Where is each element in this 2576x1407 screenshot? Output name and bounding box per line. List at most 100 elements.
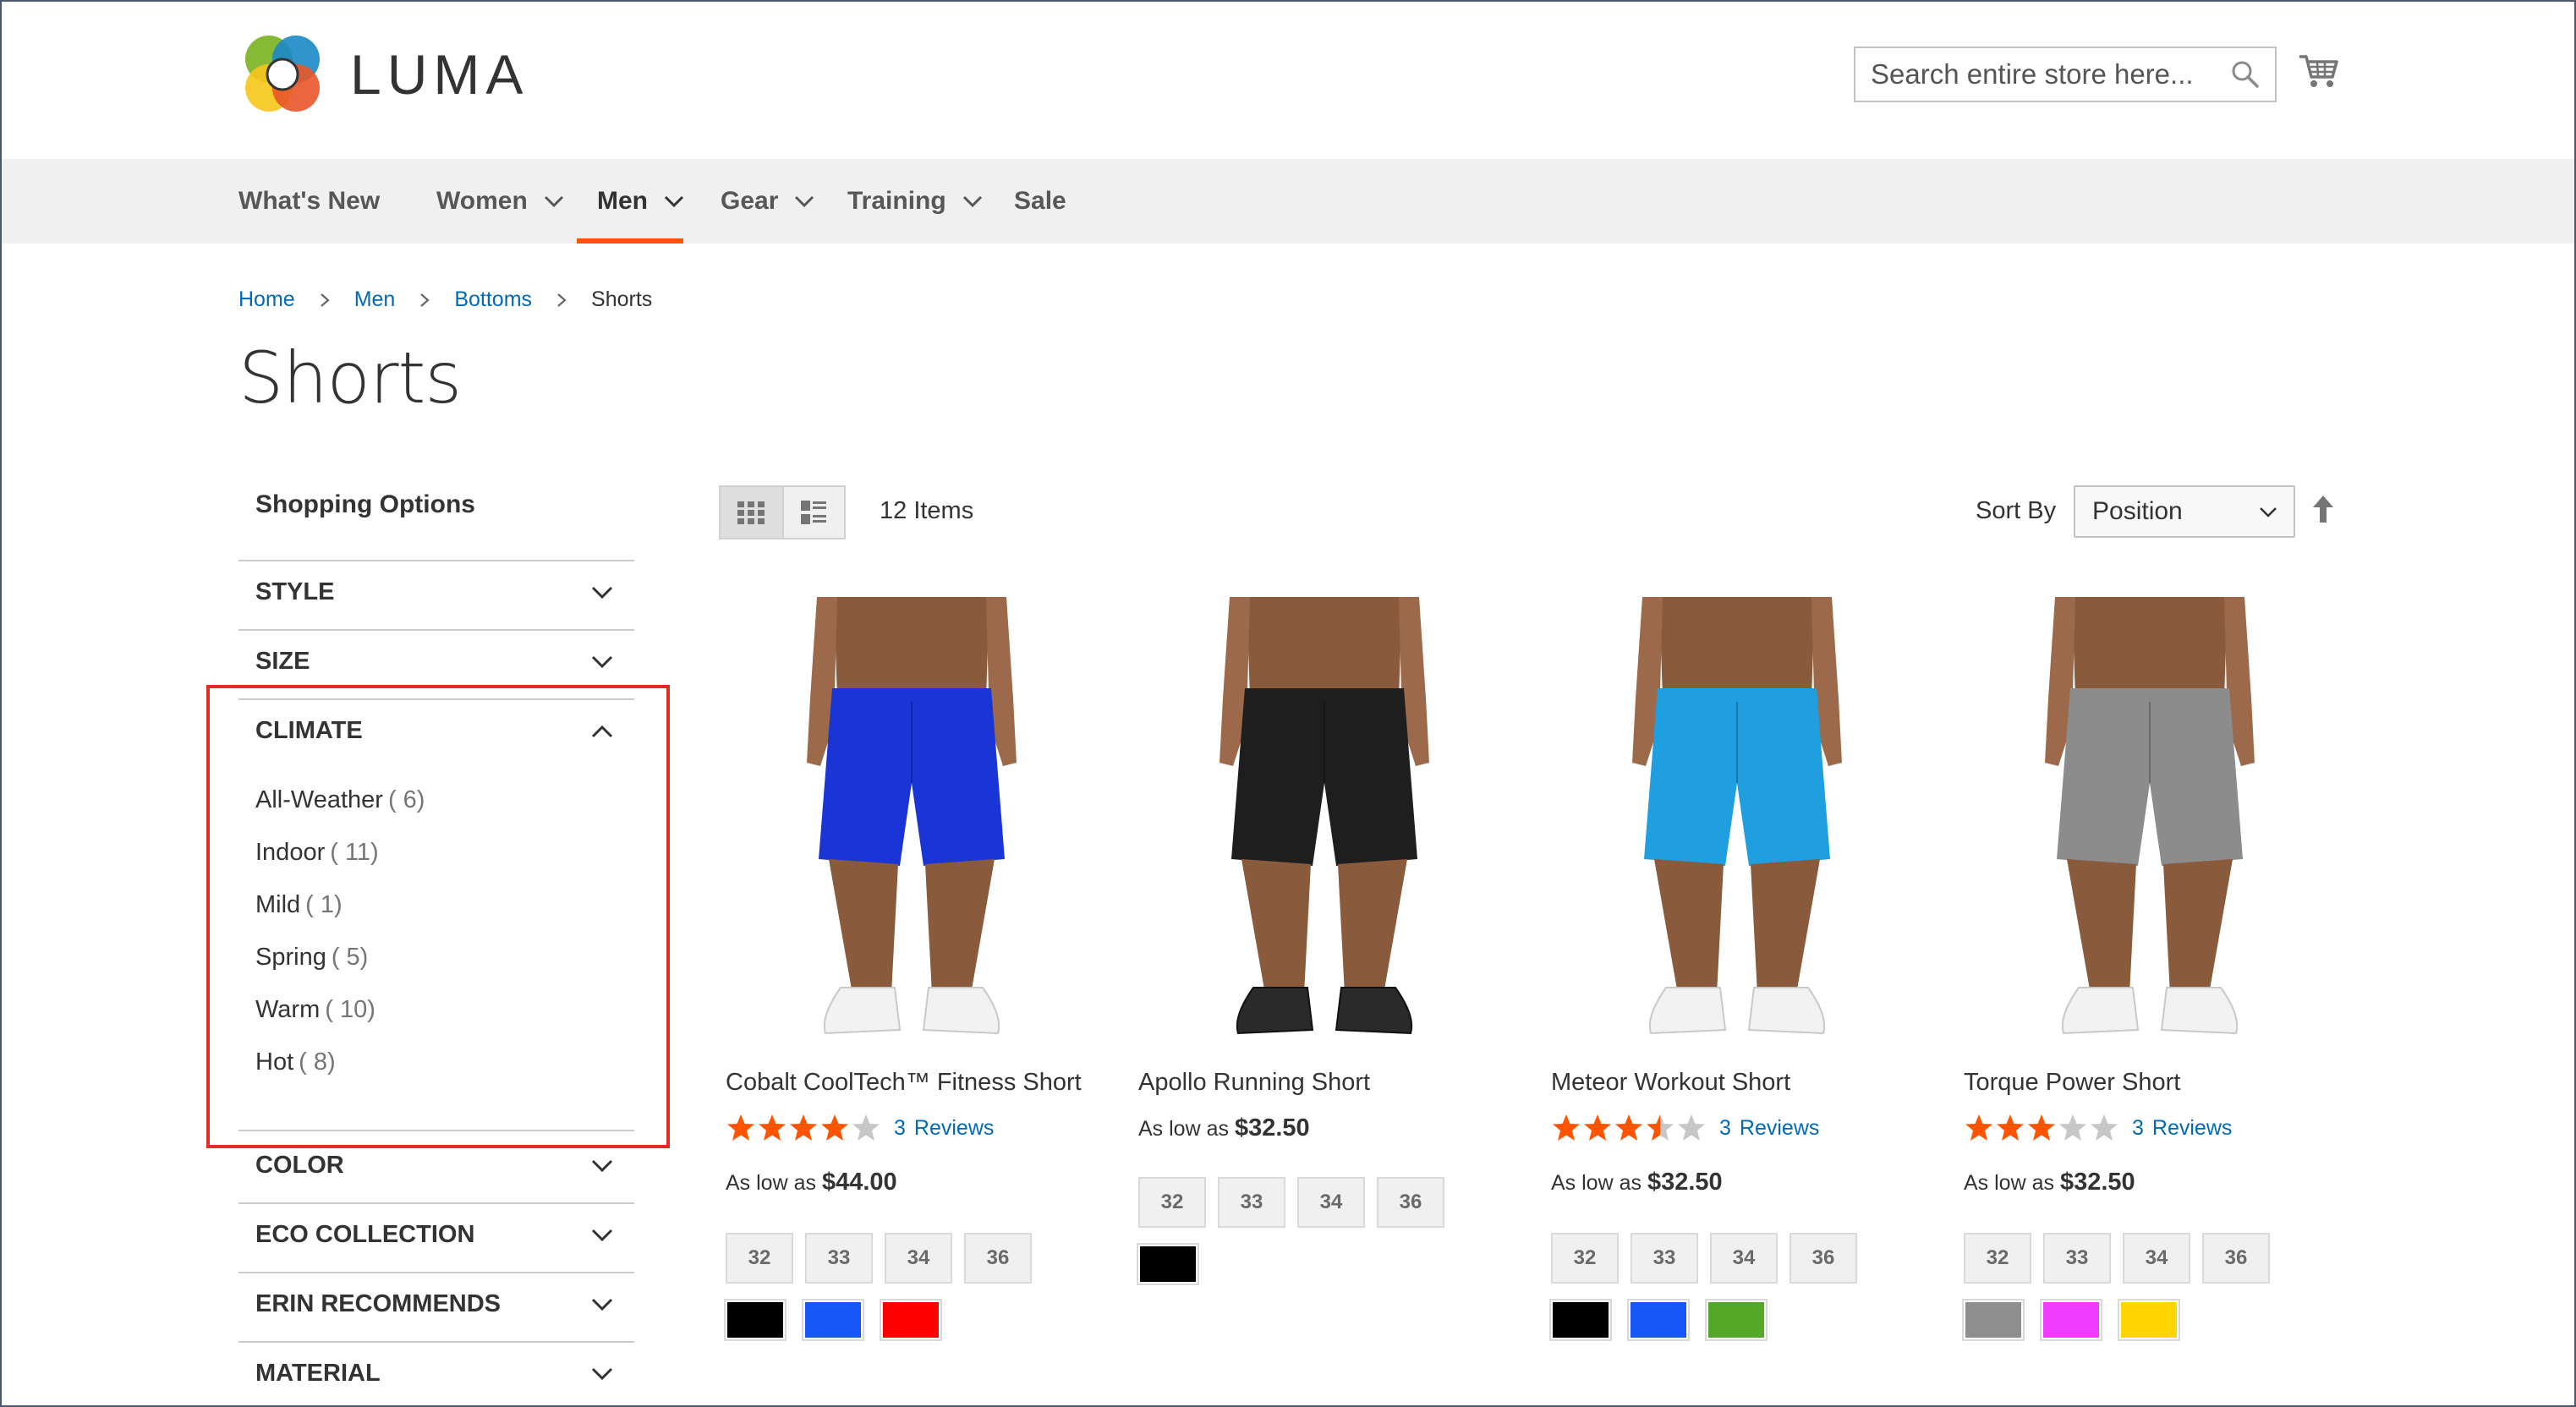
nav-item-label: Women xyxy=(436,187,528,215)
option-label: Warm xyxy=(255,996,321,1023)
list-view-button[interactable] xyxy=(781,487,844,538)
chevron-down-icon[interactable] xyxy=(590,1297,614,1312)
price-value: $32.50 xyxy=(1647,1169,1723,1196)
color-swatch[interactable] xyxy=(1627,1299,1690,1341)
chevron-up-icon[interactable] xyxy=(590,724,614,739)
climate-option-mild[interactable]: Mild( 1) xyxy=(255,891,343,919)
filter-style-title[interactable]: STYLE xyxy=(255,578,334,606)
chevron-down-icon[interactable] xyxy=(590,654,614,670)
color-swatch[interactable] xyxy=(880,1299,942,1341)
size-swatches: 32 33 34 36 xyxy=(1551,1233,1869,1284)
grid-view-button[interactable] xyxy=(721,487,782,538)
rating-star-icon xyxy=(1965,1114,1992,1141)
color-swatch[interactable] xyxy=(2040,1299,2102,1341)
color-swatch[interactable] xyxy=(1962,1299,2025,1341)
climate-option-warm[interactable]: Warm( 10) xyxy=(255,996,375,1024)
product-image[interactable] xyxy=(1964,597,2336,1050)
product-image[interactable] xyxy=(1551,597,1923,1050)
color-swatch[interactable] xyxy=(2118,1299,2180,1341)
price-prefix: As low as xyxy=(1964,1171,2054,1195)
breadcrumb-link-bottoms[interactable]: Bottoms xyxy=(454,287,532,312)
nav-active-indicator xyxy=(577,238,683,244)
color-swatch[interactable] xyxy=(724,1299,787,1341)
product-image[interactable] xyxy=(726,597,1098,1050)
product-price: As low as $32.50 xyxy=(1138,1114,1310,1142)
breadcrumb-link-home[interactable]: Home xyxy=(238,287,295,312)
filter-size-title[interactable]: SIZE xyxy=(255,648,310,676)
climate-option-indoor[interactable]: Indoor( 11) xyxy=(255,839,379,867)
nav-item-label: Sale xyxy=(1014,187,1066,215)
size-swatch[interactable]: 32 xyxy=(1138,1177,1206,1228)
rating-star-icon xyxy=(1584,1114,1611,1141)
sort-by-select[interactable]: Position xyxy=(2074,485,2295,538)
reviews-link[interactable]: 3 Reviews xyxy=(1719,1116,1819,1141)
nav-item-women[interactable]: Women xyxy=(436,159,565,244)
product-name-link[interactable]: Meteor Workout Short xyxy=(1551,1069,1790,1097)
product-image[interactable] xyxy=(1138,597,1510,1050)
size-swatch[interactable]: 33 xyxy=(1218,1177,1285,1228)
climate-option-hot[interactable]: Hot( 8) xyxy=(255,1048,336,1076)
product-name-link[interactable]: Torque Power Short xyxy=(1964,1069,2180,1097)
price-prefix: As low as xyxy=(1138,1117,1229,1141)
size-swatch[interactable]: 36 xyxy=(1377,1177,1444,1228)
chevron-down-icon[interactable] xyxy=(590,1158,614,1174)
price-prefix: As low as xyxy=(726,1171,816,1195)
size-swatch[interactable]: 36 xyxy=(2202,1233,2270,1284)
shopping-cart-icon[interactable] xyxy=(2297,49,2341,93)
size-swatch[interactable]: 33 xyxy=(2043,1233,2111,1284)
filter-climate-title[interactable]: CLIMATE xyxy=(255,717,363,745)
option-count: ( 1) xyxy=(305,891,343,918)
size-swatch[interactable]: 36 xyxy=(964,1233,1032,1284)
climate-option-spring[interactable]: Spring( 5) xyxy=(255,944,368,972)
chevron-down-icon xyxy=(962,195,982,208)
divider xyxy=(238,1272,634,1273)
product-price: As low as $44.00 xyxy=(726,1169,897,1196)
color-swatch[interactable] xyxy=(1549,1299,1612,1341)
size-swatch[interactable]: 32 xyxy=(1551,1233,1619,1284)
size-swatch[interactable]: 34 xyxy=(1297,1177,1365,1228)
size-swatch[interactable]: 34 xyxy=(885,1233,952,1284)
size-swatch[interactable]: 34 xyxy=(2123,1233,2190,1284)
grid-icon xyxy=(737,501,765,524)
climate-option-all-weather[interactable]: All-Weather( 6) xyxy=(255,786,425,814)
color-swatch[interactable] xyxy=(1705,1299,1768,1341)
brand-name: LUMA xyxy=(350,43,529,106)
nav-item-sale[interactable]: Sale xyxy=(1014,159,1066,244)
filter-material-title[interactable]: MATERIAL xyxy=(255,1360,381,1388)
color-swatches xyxy=(724,1299,959,1341)
store-logo[interactable]: LUMA xyxy=(238,30,529,118)
size-swatch[interactable]: 33 xyxy=(1631,1233,1698,1284)
size-swatch[interactable]: 33 xyxy=(805,1233,873,1284)
chevron-down-icon[interactable] xyxy=(590,585,614,600)
search-icon[interactable] xyxy=(2229,58,2261,90)
rating-star-icon xyxy=(852,1114,880,1141)
sort-ascending-arrow-icon[interactable] xyxy=(2310,494,2336,524)
nav-item-training[interactable]: Training xyxy=(847,159,984,244)
color-swatch[interactable] xyxy=(802,1299,864,1341)
filter-eco-collection-title[interactable]: ECO COLLECTION xyxy=(255,1221,474,1249)
nav-item-men[interactable]: Men xyxy=(597,159,685,244)
color-swatch[interactable] xyxy=(1137,1243,1199,1285)
reviews-link[interactable]: 3 Reviews xyxy=(2132,1116,2232,1141)
size-swatch[interactable]: 36 xyxy=(1789,1233,1857,1284)
chevron-down-icon[interactable] xyxy=(590,1228,614,1243)
price-value: $32.50 xyxy=(1234,1114,1310,1141)
filter-erin-recommends-title[interactable]: ERIN RECOMMENDS xyxy=(255,1290,501,1318)
breadcrumb-link-men[interactable]: Men xyxy=(354,287,396,312)
product-name-link[interactable]: Apollo Running Short xyxy=(1138,1069,1370,1097)
reviews-link[interactable]: 3 Reviews xyxy=(894,1116,994,1141)
search-input[interactable] xyxy=(1855,49,2211,100)
divider xyxy=(238,560,634,561)
size-swatch[interactable]: 32 xyxy=(1964,1233,2031,1284)
size-swatch[interactable]: 32 xyxy=(726,1233,793,1284)
rating-star-icon xyxy=(1647,1114,1674,1141)
page-title: Shorts xyxy=(238,337,462,419)
product-name-link[interactable]: Cobalt CoolTech™ Fitness Short xyxy=(726,1069,1082,1097)
option-count: ( 8) xyxy=(299,1048,336,1076)
nav-item-whats-new[interactable]: What's New xyxy=(238,159,380,244)
nav-item-gear[interactable]: Gear xyxy=(721,159,815,244)
size-swatch[interactable]: 34 xyxy=(1710,1233,1778,1284)
chevron-down-icon[interactable] xyxy=(590,1366,614,1382)
filter-color-title[interactable]: COLOR xyxy=(255,1152,344,1180)
review-count: 3 xyxy=(2132,1115,2144,1140)
